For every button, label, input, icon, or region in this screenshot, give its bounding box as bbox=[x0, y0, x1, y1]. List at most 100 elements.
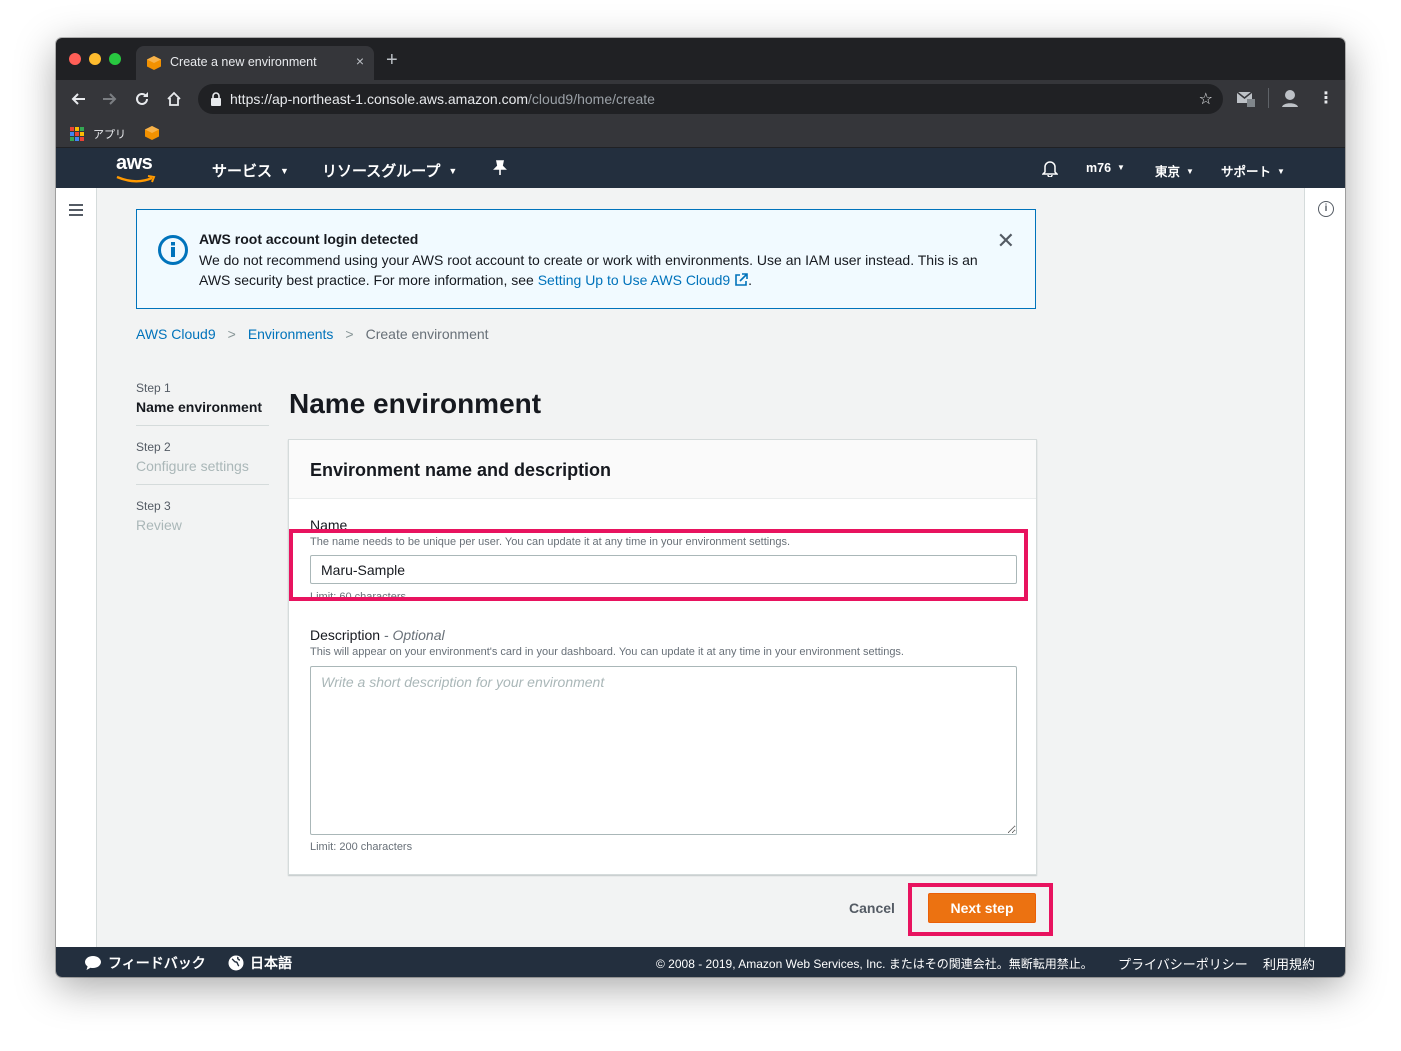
chevron-down-icon: ▼ bbox=[280, 166, 289, 176]
description-help: This will appear on your environment's c… bbox=[310, 646, 904, 658]
window-minimize-button[interactable] bbox=[89, 53, 101, 65]
page-title: Name environment bbox=[289, 388, 542, 419]
tab-close-icon[interactable]: × bbox=[356, 53, 364, 69]
chevron-down-icon: ▼ bbox=[1277, 167, 1285, 176]
window-maximize-button[interactable] bbox=[109, 53, 121, 65]
apps-grid-icon[interactable] bbox=[70, 127, 84, 141]
wizard-step-1: Step 1 Name environment bbox=[136, 381, 269, 426]
root-account-alert: AWS root account login detected We do no… bbox=[136, 209, 1036, 309]
aws-smile-icon bbox=[116, 175, 156, 183]
feedback-link[interactable]: フィードバック bbox=[84, 953, 206, 973]
feedback-label: フィードバック bbox=[108, 955, 206, 971]
breadcrumb-current: Create environment bbox=[365, 326, 489, 342]
back-icon[interactable] bbox=[67, 88, 89, 110]
panel-title: Environment name and description bbox=[310, 460, 612, 480]
setup-cloud9-link[interactable]: Setting Up to Use AWS Cloud9 bbox=[538, 272, 748, 288]
copyright-text: © 2008 - 2019, Amazon Web Services, Inc.… bbox=[656, 957, 1093, 971]
language-selector[interactable]: 日本語 bbox=[228, 953, 292, 973]
wizard-step-2: Step 2 Configure settings bbox=[136, 440, 269, 485]
lock-icon bbox=[211, 92, 221, 106]
breadcrumb-aws-cloud9[interactable]: AWS Cloud9 bbox=[136, 326, 216, 342]
description-label: Description - Optional bbox=[310, 627, 445, 643]
left-navigation-rail bbox=[56, 188, 97, 947]
resource-groups-label: リソースグループ bbox=[322, 163, 441, 180]
alert-body: We do not recommend using your AWS root … bbox=[199, 250, 999, 290]
speech-bubble-icon bbox=[85, 956, 101, 970]
step-label: Configure settings bbox=[136, 458, 249, 474]
privacy-policy-link[interactable]: プライバシーポリシー bbox=[1118, 954, 1248, 973]
browser-window: Create a new environment × + https://ap-… bbox=[56, 38, 1345, 977]
browser-toolbar: https://ap-northeast-1.console.aws.amazo… bbox=[56, 80, 1345, 118]
chevron-down-icon: ▼ bbox=[1186, 167, 1194, 176]
aws-top-nav: aws サービス ▼ リソースグループ ▼ m76 ▼ 東京 ▼ サポート ▼ bbox=[56, 148, 1345, 188]
url-path: /cloud9/home/create bbox=[528, 91, 655, 107]
support-menu[interactable]: サポート ▼ bbox=[1221, 161, 1285, 180]
setup-cloud9-link-text: Setting Up to Use AWS Cloud9 bbox=[537, 272, 731, 288]
chevron-right-icon: > bbox=[345, 326, 354, 342]
reload-icon[interactable] bbox=[131, 88, 153, 110]
bookmark-apps-label[interactable]: アプリ bbox=[93, 126, 126, 142]
info-circle-icon bbox=[158, 235, 188, 265]
bookmarks-bar: アプリ bbox=[56, 118, 1345, 148]
alert-period: . bbox=[748, 272, 752, 288]
pin-icon[interactable] bbox=[493, 160, 507, 180]
chrome-menu-icon[interactable]: ⋮ bbox=[1318, 88, 1334, 108]
info-icon[interactable]: i bbox=[1318, 201, 1334, 217]
notifications-bell-icon[interactable] bbox=[1041, 159, 1059, 181]
resource-groups-menu[interactable]: リソースグループ ▼ bbox=[322, 160, 457, 181]
services-menu[interactable]: サービス ▼ bbox=[212, 160, 289, 181]
language-label: 日本語 bbox=[250, 955, 292, 971]
extension-avatar-icon[interactable] bbox=[1280, 88, 1300, 113]
environment-description-textarea[interactable] bbox=[310, 666, 1017, 835]
globe-icon bbox=[228, 955, 244, 971]
cancel-button[interactable]: Cancel bbox=[849, 900, 895, 916]
services-label: サービス bbox=[212, 163, 273, 180]
extension-mail-icon[interactable] bbox=[1236, 88, 1256, 113]
breadcrumb: AWS Cloud9 > Environments > Create environme… bbox=[136, 326, 489, 342]
aws-footer: フィードバック 日本語 © 2008 - 2019, Amazon Web Se… bbox=[56, 947, 1345, 977]
aws-logo-text: aws bbox=[116, 152, 153, 174]
chevron-right-icon: > bbox=[227, 326, 236, 342]
step-number: Step 1 bbox=[136, 381, 171, 395]
cloud9-bookmark-icon[interactable] bbox=[144, 125, 160, 141]
alert-title: AWS root account login detected bbox=[199, 231, 419, 247]
external-link-icon bbox=[735, 273, 748, 286]
step-label: Review bbox=[136, 517, 182, 533]
region-menu[interactable]: 東京 ▼ bbox=[1155, 161, 1194, 180]
step-label: Name environment bbox=[136, 399, 263, 415]
wizard-steps: Step 1 Name environment Step 2 Configure… bbox=[136, 381, 269, 557]
description-limit: Limit: 200 characters bbox=[310, 841, 413, 853]
chevron-down-icon: ▼ bbox=[1117, 163, 1125, 172]
hamburger-menu-icon[interactable] bbox=[69, 204, 83, 216]
step-number: Step 3 bbox=[136, 499, 171, 513]
url-text: https://ap-northeast-1.console.aws.amazo… bbox=[230, 91, 655, 107]
terms-link[interactable]: 利用規約 bbox=[1263, 954, 1315, 973]
name-field-highlight bbox=[289, 529, 1028, 601]
next-step-button[interactable]: Next step bbox=[928, 893, 1036, 923]
cloud9-favicon-icon bbox=[147, 56, 161, 70]
address-bar[interactable]: https://ap-northeast-1.console.aws.amazo… bbox=[198, 84, 1223, 114]
home-icon[interactable] bbox=[163, 88, 185, 110]
window-close-button[interactable] bbox=[69, 53, 81, 65]
region-label: 東京 bbox=[1155, 165, 1181, 179]
step-number: Step 2 bbox=[136, 440, 171, 454]
toolbar-divider bbox=[1268, 88, 1269, 108]
right-help-rail: i bbox=[1304, 188, 1345, 947]
url-host: https://ap-northeast-1.console.aws.amazo… bbox=[230, 91, 529, 107]
tab-bar: Create a new environment × + bbox=[56, 38, 1345, 80]
account-menu[interactable]: m76 ▼ bbox=[1086, 161, 1125, 175]
chevron-down-icon: ▼ bbox=[448, 166, 458, 176]
description-label-text: Description bbox=[310, 627, 381, 643]
wizard-step-3: Step 3 Review bbox=[136, 499, 269, 543]
bookmark-star-icon[interactable]: ☆ bbox=[1199, 89, 1213, 109]
close-icon[interactable]: ✕ bbox=[997, 230, 1015, 252]
forward-icon[interactable] bbox=[99, 88, 121, 110]
new-tab-button[interactable]: + bbox=[386, 50, 398, 70]
aws-logo[interactable]: aws bbox=[116, 152, 160, 184]
optional-label: - Optional bbox=[380, 627, 445, 643]
browser-tab-active[interactable]: Create a new environment × bbox=[136, 46, 374, 80]
account-label: m76 bbox=[1086, 161, 1112, 175]
environment-form-panel: Environment name and description Name Th… bbox=[288, 439, 1037, 875]
support-label: サポート bbox=[1221, 165, 1272, 179]
breadcrumb-environments[interactable]: Environments bbox=[248, 326, 334, 342]
